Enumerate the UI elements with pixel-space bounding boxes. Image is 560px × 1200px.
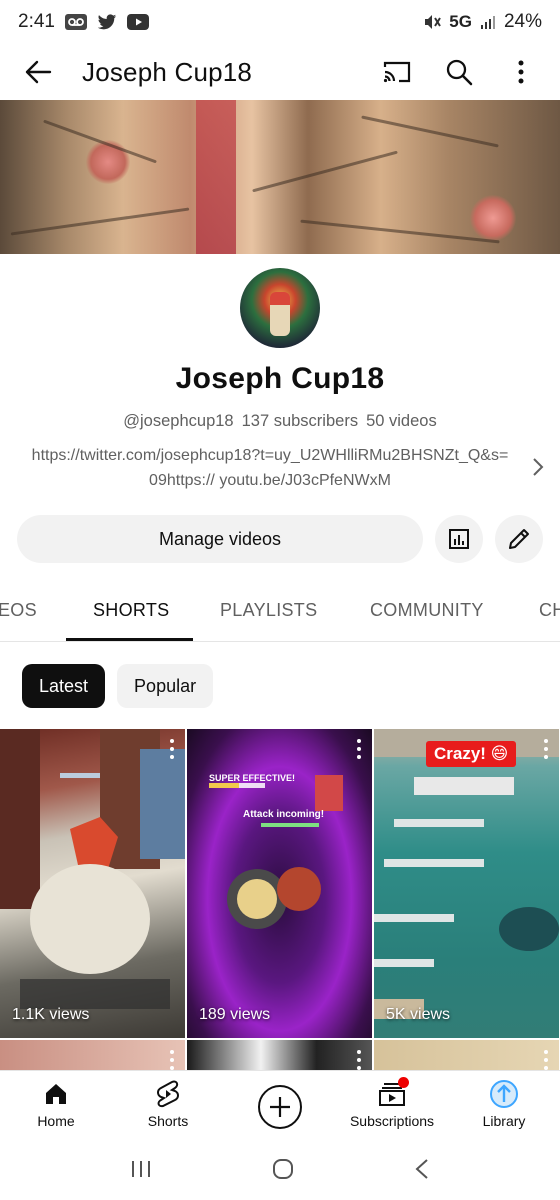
short-image [0, 729, 185, 1009]
short-thumbnail[interactable]: 1.1K views [0, 729, 185, 1038]
short-overlay-badge: Crazy! 😄 [426, 741, 517, 767]
tab-videos[interactable]: EOS [0, 584, 37, 641]
more-vert-icon[interactable] [543, 1050, 549, 1070]
shorts-icon [157, 1080, 179, 1108]
voicemail-icon [64, 14, 87, 30]
channel-tabs: EOS SHORTS PLAYLISTS COMMUNITY CH [0, 584, 560, 642]
channel-name: Joseph Cup18 [175, 362, 385, 395]
channel-links[interactable]: https://twitter.com/josephcup18?t=uy_U2W… [20, 443, 520, 493]
channel-meta: @josephcup18 137 subscribers 50 videos [0, 412, 560, 431]
battery-level: 24% [503, 11, 542, 32]
analytics-icon [449, 529, 469, 549]
edit-channel-button[interactable] [495, 515, 543, 563]
cast-icon [383, 61, 411, 83]
short-thumbnail[interactable]: Crazy! 😄 5K views [374, 729, 559, 1038]
short-image [374, 729, 559, 1019]
short-views: 1.1K views [12, 1006, 90, 1023]
app-bar: Joseph Cup18 [0, 44, 560, 100]
channel-links-line-1: https://twitter.com/josephcup18?t=uy_U2W… [31, 447, 509, 464]
edit-pencil-icon [509, 529, 529, 549]
short-views: 5K views [386, 1006, 451, 1023]
create-plus-icon [270, 1097, 290, 1117]
notification-dot [398, 1077, 409, 1088]
tab-shorts[interactable]: SHORTS [93, 584, 169, 641]
chevron-right-icon [533, 458, 544, 476]
back-arrow-icon [25, 60, 52, 84]
short-thumbnail[interactable] [0, 1040, 185, 1070]
more-vert-icon[interactable] [356, 739, 362, 759]
system-back-button[interactable] [414, 1158, 430, 1185]
active-tab-indicator [66, 638, 193, 641]
nav-subscriptions[interactable]: Subscriptions [336, 1071, 448, 1142]
analytics-button[interactable] [435, 515, 483, 563]
chip-latest[interactable]: Latest [22, 664, 106, 708]
system-back-icon [415, 1158, 428, 1179]
status-bar: 2:41 5G 24% [0, 0, 560, 44]
tab-community[interactable]: COMMUNITY [370, 584, 484, 641]
subscriber-count: 137 subscribers [241, 412, 359, 430]
tab-playlists[interactable]: PLAYLISTS [220, 584, 317, 641]
nav-shorts[interactable]: Shorts [112, 1071, 224, 1142]
manage-row: Manage videos [17, 514, 547, 564]
youtube-icon [126, 14, 149, 30]
manage-videos-button[interactable]: Manage videos [17, 515, 423, 563]
status-time: 2:41 [18, 11, 55, 32]
nav-create[interactable] [224, 1071, 336, 1142]
mute-icon [423, 13, 442, 31]
home-circle-icon [272, 1158, 293, 1179]
nav-home[interactable]: Home [0, 1071, 112, 1142]
sort-chips: Latest Popular [22, 664, 214, 708]
nav-shorts-label: Shorts [147, 1113, 189, 1129]
more-vert-icon[interactable] [169, 1050, 175, 1070]
nav-library[interactable]: Library [448, 1071, 560, 1142]
game-overlay-label: SUPER EFFECTIVE! [209, 773, 296, 783]
nav-home-label: Home [37, 1113, 75, 1129]
nav-library-label: Library [482, 1113, 526, 1129]
more-vert-icon [518, 60, 524, 84]
more-vert-icon[interactable] [356, 1050, 362, 1070]
channel-avatar[interactable] [240, 268, 320, 348]
search-icon [446, 59, 473, 86]
more-options-button[interactable] [490, 44, 552, 100]
network-type: 5G [449, 12, 472, 31]
short-thumbnail[interactable] [374, 1040, 559, 1070]
channel-handle: @josephcup18 [123, 412, 234, 430]
channel-links-line-2: 09https:// youtu.be/J03cPfeNWxM [149, 472, 391, 489]
recent-apps-button[interactable] [130, 1159, 152, 1184]
back-button[interactable] [10, 44, 66, 100]
channel-about-chevron[interactable] [526, 452, 550, 482]
channel-banner [0, 100, 560, 254]
cast-button[interactable] [366, 44, 428, 100]
recent-apps-icon [131, 1160, 150, 1177]
short-views: 189 views [199, 1006, 271, 1023]
app-bar-title: Joseph Cup18 [82, 56, 253, 87]
twitter-icon [97, 13, 117, 31]
home-icon [46, 1084, 66, 1104]
shorts-grid: 1.1K views SUPER EFFECTIVE! Attack incom… [0, 729, 560, 1070]
short-thumbnail[interactable] [187, 1040, 372, 1070]
more-vert-icon[interactable] [169, 739, 175, 759]
home-system-button[interactable] [271, 1157, 295, 1186]
signal-icon [480, 14, 496, 30]
short-thumbnail[interactable]: SUPER EFFECTIVE! Attack incoming! 189 vi… [187, 729, 372, 1038]
bottom-navigation: Home Shorts Subscriptions Library [0, 1070, 560, 1142]
search-button[interactable] [428, 44, 490, 100]
system-navigation [0, 1142, 560, 1200]
library-icon [490, 1080, 518, 1108]
more-vert-icon[interactable] [543, 739, 549, 759]
nav-subscriptions-label: Subscriptions [349, 1113, 435, 1129]
chip-popular[interactable]: Popular [117, 664, 214, 708]
video-count: 50 videos [366, 412, 437, 430]
tab-channels[interactable]: CH [539, 584, 560, 641]
game-overlay-label: Attack incoming! [243, 809, 325, 820]
